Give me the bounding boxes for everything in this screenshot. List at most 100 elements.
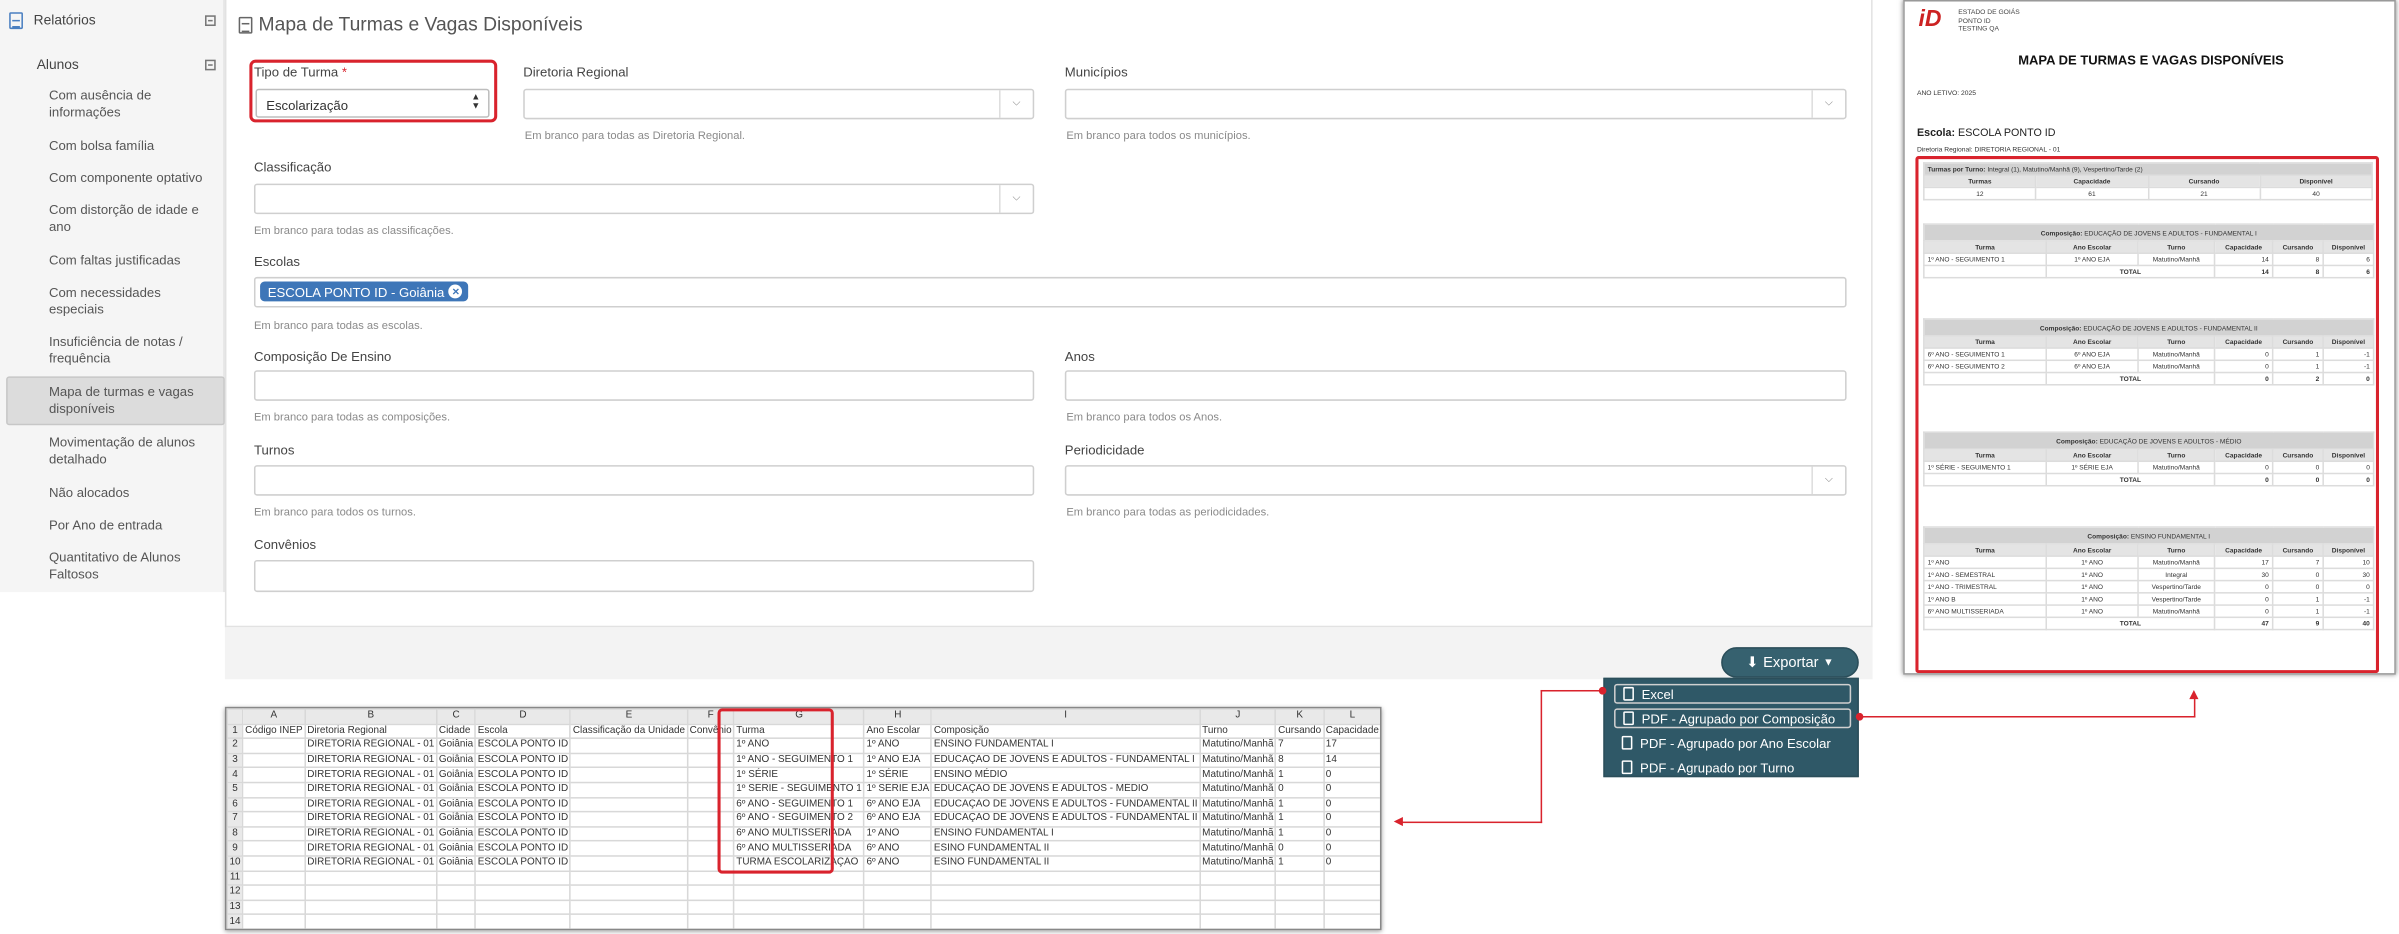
sheet-cell[interactable] <box>930 899 1201 916</box>
sheet-cell[interactable]: Goiânia <box>435 752 477 769</box>
sheet-row-number[interactable]: 1 <box>226 723 244 740</box>
sidebar-item[interactable]: Com necessidades especiais <box>49 285 214 319</box>
sheet-cell[interactable]: 1º ANO <box>863 825 933 842</box>
sheet-cell[interactable] <box>569 855 689 872</box>
sheet-column-letter[interactable]: K <box>1275 708 1325 725</box>
sheet-cell[interactable]: ESCOLA PONTO ID <box>474 796 572 813</box>
sheet-column-letter[interactable]: L <box>1322 708 1380 725</box>
sheet-cell[interactable] <box>242 811 306 828</box>
sheet-cell[interactable] <box>733 884 865 901</box>
sheet-cell[interactable]: 17 <box>1322 737 1380 754</box>
sheet-cell[interactable] <box>1199 899 1277 916</box>
sheet-cell[interactable] <box>1199 884 1277 901</box>
sheet-cell[interactable]: EDUCAÇÃO DE JOVENS E ADULTOS - FUNDAMENT… <box>930 752 1201 769</box>
sheet-cell[interactable] <box>569 737 689 754</box>
sheet-row-number[interactable]: 11 <box>226 869 244 886</box>
export-excel-item[interactable]: Excel <box>1614 683 1852 704</box>
sheet-cell[interactable]: 1 <box>1275 767 1325 784</box>
turnos-input[interactable] <box>253 465 1035 496</box>
export-pdf-turno-item[interactable]: PDF - Agrupado por Turno <box>1614 757 1851 777</box>
sheet-cell[interactable]: 7 <box>1275 737 1325 754</box>
diretoria-select[interactable]: ⌵ <box>523 88 1035 120</box>
sheet-cell[interactable]: EDUCAÇÃO DE JOVENS E ADULTOS - FUNDAMENT… <box>930 796 1201 813</box>
sheet-cell[interactable] <box>242 913 306 929</box>
sheet-cell[interactable] <box>686 913 735 929</box>
sheet-cell[interactable]: 1 <box>1275 796 1325 813</box>
sheet-column-letter[interactable]: B <box>304 708 438 725</box>
sheet-cell[interactable]: Diretoria Regional <box>304 723 438 740</box>
collapse-icon[interactable] <box>205 58 216 70</box>
classificacao-select[interactable]: ⌵ <box>253 183 1035 215</box>
sheet-cell[interactable] <box>1322 884 1380 901</box>
sheet-cell[interactable] <box>569 796 689 813</box>
sheet-cell[interactable]: Goiânia <box>435 825 477 842</box>
sheet-cell[interactable] <box>435 899 477 916</box>
sheet-cell[interactable] <box>569 767 689 784</box>
sheet-cell[interactable] <box>304 899 438 916</box>
sheet-cell[interactable]: 1º ANO EJA <box>863 752 933 769</box>
sheet-cell[interactable] <box>304 913 438 929</box>
sheet-cell[interactable] <box>242 884 306 901</box>
sidebar-item[interactable]: Com faltas justificadas <box>49 252 214 269</box>
sheet-cell[interactable] <box>569 781 689 798</box>
sheet-cell[interactable] <box>1322 913 1380 929</box>
sheet-cell[interactable]: ESCOLA PONTO ID <box>474 752 572 769</box>
sheet-cell[interactable] <box>435 869 477 886</box>
sheet-cell[interactable] <box>474 884 572 901</box>
sidebar-item[interactable]: Não alocados <box>49 485 214 502</box>
sheet-cell[interactable] <box>930 913 1201 929</box>
sheet-column-letter[interactable]: A <box>242 708 306 725</box>
sheet-cell[interactable]: DIRETORIA REGIONAL - 01 <box>304 796 438 813</box>
sheet-cell[interactable]: Composição <box>930 723 1201 740</box>
sheet-cell[interactable]: Matutino/Manhã <box>1199 767 1277 784</box>
sheet-cell[interactable]: Goiânia <box>435 781 477 798</box>
sheet-cell[interactable] <box>242 869 306 886</box>
sheet-cell[interactable] <box>569 811 689 828</box>
sheet-row-number[interactable]: 5 <box>226 781 244 798</box>
sheet-cell[interactable]: ESINO FUNDAMENTAL II <box>930 855 1201 872</box>
sheet-cell[interactable]: Turno <box>1199 723 1277 740</box>
sheet-cell[interactable] <box>863 869 933 886</box>
composicao-input[interactable] <box>253 370 1035 401</box>
sheet-cell[interactable]: 0 <box>1322 796 1380 813</box>
sheet-cell[interactable]: Matutino/Manhã <box>1199 855 1277 872</box>
sidebar-group-alunos[interactable]: Alunos <box>0 52 225 76</box>
sheet-cell[interactable] <box>435 913 477 929</box>
sheet-column-letter[interactable]: H <box>863 708 933 725</box>
sheet-cell[interactable] <box>1275 913 1325 929</box>
sheet-cell[interactable]: EDUCAÇÃO DE JOVENS E ADULTOS - MÉDIO <box>930 781 1201 798</box>
convenios-input[interactable] <box>253 559 1035 593</box>
sheet-cell[interactable]: DIRETORIA REGIONAL - 01 <box>304 825 438 842</box>
sheet-cell[interactable]: Capacidade <box>1322 723 1380 740</box>
sheet-cell[interactable] <box>435 884 477 901</box>
sheet-row-number[interactable]: 4 <box>226 767 244 784</box>
sheet-cell[interactable]: 0 <box>1275 781 1325 798</box>
sheet-row-number[interactable]: 6 <box>226 796 244 813</box>
sheet-cell[interactable]: 1 <box>1275 825 1325 842</box>
sheet-cell[interactable] <box>1275 884 1325 901</box>
sheet-cell[interactable]: ESCOLA PONTO ID <box>474 781 572 798</box>
sheet-column-letter[interactable]: E <box>569 708 689 725</box>
sheet-cell[interactable]: DIRETORIA REGIONAL - 01 <box>304 781 438 798</box>
sheet-row-number[interactable]: 9 <box>226 840 244 857</box>
sheet-cell[interactable] <box>930 884 1201 901</box>
sheet-row-number[interactable]: 13 <box>226 899 244 916</box>
sheet-cell[interactable]: 0 <box>1275 840 1325 857</box>
sheet-cell[interactable] <box>569 869 689 886</box>
sheet-column-letter[interactable]: D <box>474 708 572 725</box>
sheet-cell[interactable]: Goiânia <box>435 737 477 754</box>
sheet-cell[interactable]: Cidade <box>435 723 477 740</box>
sheet-cell[interactable] <box>569 825 689 842</box>
sheet-cell[interactable]: 6º ANO <box>863 840 933 857</box>
sheet-cell[interactable]: 1 <box>1275 855 1325 872</box>
sheet-cell[interactable]: 0 <box>1322 840 1380 857</box>
sheet-cell[interactable]: 6º ANO EJA <box>863 796 933 813</box>
sheet-cell[interactable]: Goiânia <box>435 767 477 784</box>
sheet-column-letter[interactable]: C <box>435 708 477 725</box>
sidebar-item[interactable]: Movimentação de alunos detalhado <box>49 434 214 468</box>
sidebar-item[interactable]: Com componente optativo <box>49 170 214 187</box>
sheet-cell[interactable] <box>1199 869 1277 886</box>
sidebar-item[interactable]: Com ausência de informações <box>49 87 214 121</box>
sidebar-item[interactable]: Por Ano de entrada <box>49 517 214 534</box>
sidebar-item-active[interactable]: Mapa de turmas e vagas disponíveis <box>49 384 214 418</box>
